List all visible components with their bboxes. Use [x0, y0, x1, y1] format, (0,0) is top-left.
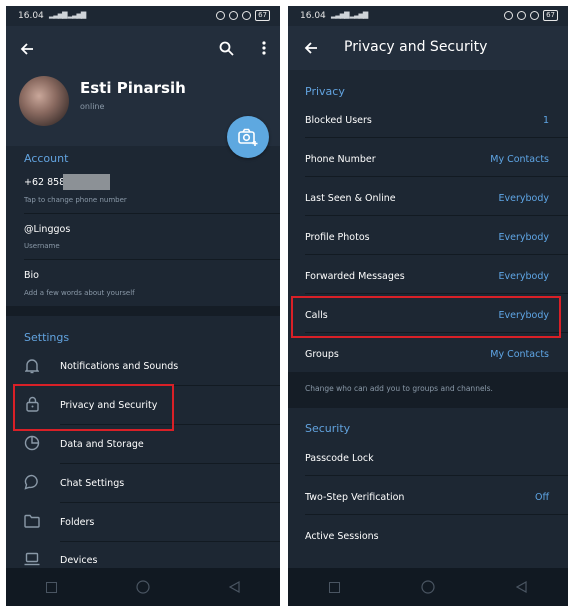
back-arrow-icon[interactable]	[16, 38, 38, 60]
more-vertical-icon[interactable]	[253, 37, 275, 59]
android-nav-bar	[6, 568, 280, 606]
settings-section-title: Settings	[24, 331, 70, 344]
security-row-label: Two-Step Verification	[305, 492, 405, 503]
username-hint: Username	[24, 242, 60, 250]
privacy-row-label: Phone Number	[305, 154, 376, 165]
settings-item-label: Folders	[60, 517, 95, 528]
laptop-icon	[24, 551, 40, 567]
status-bar: 16.04 ▂▃▅▇ ▂▃▅▇ 67	[288, 6, 568, 26]
camera-add-icon	[238, 128, 258, 146]
pie-chart-icon	[24, 435, 40, 451]
settings-item-label: Devices	[60, 555, 98, 566]
divider	[305, 475, 568, 476]
settings-item-label: Data and Storage	[60, 439, 144, 450]
privacy-row-label: Blocked Users	[305, 115, 372, 126]
headset-icon	[242, 11, 252, 20]
signal-icon: ▂▃▅▇ ▂▃▅▇	[331, 11, 368, 19]
redacted-phone-block	[63, 174, 110, 190]
privacy-section-title: Privacy	[305, 85, 345, 98]
profile-name: Esti Pinarsih	[80, 79, 186, 97]
privacy-row-value: Everybody	[498, 232, 550, 243]
bio-value: Bio	[24, 270, 39, 281]
divider	[305, 137, 568, 138]
privacy-row-label: Profile Photos	[305, 232, 370, 243]
recents-icon[interactable]	[328, 580, 342, 594]
page-title: Privacy and Security	[344, 39, 488, 55]
status-time: 16.04	[18, 11, 44, 21]
folder-icon	[24, 513, 40, 529]
divider	[60, 463, 280, 464]
settings-item-label: Chat Settings	[60, 478, 125, 489]
divider	[305, 293, 568, 294]
security-section-title: Security	[305, 422, 351, 435]
bell-icon	[24, 358, 40, 374]
section-separator	[6, 306, 280, 316]
status-bar: 16.04 ▂▃▅▇ ▂▃▅▇ 67	[6, 6, 280, 26]
headset-icon	[530, 11, 540, 20]
privacy-row-label: Forwarded Messages	[305, 271, 405, 282]
back-arrow-icon[interactable]	[300, 37, 322, 59]
privacy-highlight-box	[13, 384, 174, 431]
chat-bubble-icon	[24, 474, 40, 490]
privacy-row-value: 1	[542, 115, 549, 126]
profile-status: online	[80, 102, 105, 111]
android-nav-bar	[288, 568, 568, 606]
divider	[60, 502, 280, 503]
mute-icon	[504, 11, 514, 20]
avatar[interactable]	[19, 76, 69, 126]
signal-icon: ▂▃▅▇ ▂▃▅▇	[49, 11, 86, 19]
security-row-label: Active Sessions	[305, 531, 379, 542]
battery-icon: 67	[255, 10, 270, 21]
home-icon[interactable]	[421, 580, 435, 594]
phone-number-value: +62 858	[24, 177, 66, 188]
privacy-row-value: My Contacts	[490, 349, 549, 360]
account-section-title: Account	[24, 152, 69, 165]
battery-icon: 67	[543, 10, 558, 21]
set-photo-button[interactable]	[227, 116, 269, 158]
search-icon[interactable]	[215, 37, 237, 59]
divider	[60, 541, 280, 542]
privacy-security-screen: 16.04 ▂▃▅▇ ▂▃▅▇ 67 Privacy and Security …	[288, 6, 568, 606]
privacy-row-label: Last Seen & Online	[305, 193, 396, 204]
username-value: @Linggos	[24, 224, 71, 235]
privacy-row-value: Everybody	[498, 193, 550, 204]
settings-screen: 16.04 ▂▃▅▇ ▂▃▅▇ 67 Esti Pinarsih online …	[6, 6, 280, 606]
privacy-row-label: Groups	[305, 349, 339, 360]
calls-highlight-box	[291, 296, 561, 338]
back-triangle-icon[interactable]	[514, 580, 528, 594]
alarm-icon	[517, 11, 527, 20]
phone-number-hint: Tap to change phone number	[24, 196, 127, 204]
divider	[305, 514, 568, 515]
bio-hint: Add a few words about yourself	[24, 289, 135, 297]
recents-icon[interactable]	[45, 580, 59, 594]
back-triangle-icon[interactable]	[227, 580, 241, 594]
divider	[305, 215, 568, 216]
alarm-icon	[229, 11, 239, 20]
app-bar: Privacy and Security	[288, 26, 568, 70]
security-row-label: Passcode Lock	[305, 453, 374, 464]
settings-item-label: Notifications and Sounds	[60, 361, 179, 372]
mute-icon	[216, 11, 226, 20]
home-icon[interactable]	[136, 580, 150, 594]
security-row-value: Off	[534, 492, 549, 503]
privacy-row-value: My Contacts	[490, 154, 549, 165]
status-time: 16.04	[300, 11, 326, 21]
divider	[305, 176, 568, 177]
groups-note: Change who can add you to groups and cha…	[305, 384, 493, 393]
divider	[24, 213, 280, 214]
divider	[24, 259, 280, 260]
divider	[305, 254, 568, 255]
privacy-row-value: Everybody	[498, 271, 550, 282]
